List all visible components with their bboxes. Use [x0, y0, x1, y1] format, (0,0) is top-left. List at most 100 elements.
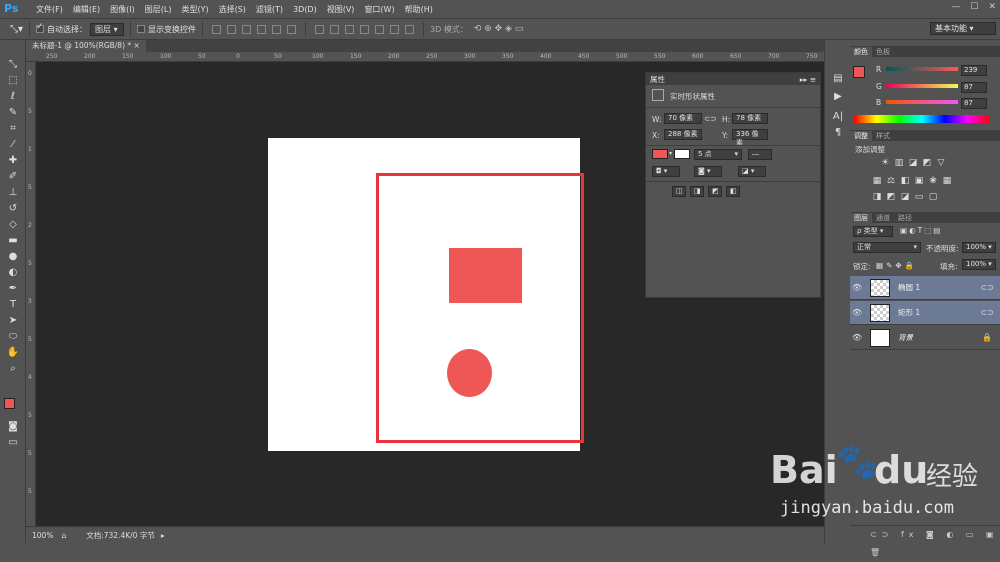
path-op-combine-icon[interactable]: ◫	[672, 186, 686, 197]
align-hcenter-icon[interactable]	[272, 24, 282, 34]
fill-color-swatch[interactable]	[652, 149, 668, 159]
path-select-icon[interactable]: ➤	[4, 314, 22, 328]
dodge-icon[interactable]: ◐	[4, 266, 22, 280]
move-icon[interactable]: ⤡	[4, 58, 22, 72]
layer-row[interactable]: 👁 椭圆 1 ⊂⊃	[850, 276, 1000, 300]
actions-panel-icon[interactable]: ▶	[829, 90, 847, 104]
visibility-eye-icon[interactable]: 👁	[850, 333, 864, 342]
channel-mixer-icon[interactable]: ❀	[928, 176, 938, 186]
auto-select-checkbox[interactable]	[36, 22, 45, 33]
layer-row[interactable]: 👁 背景 🔒	[850, 326, 1000, 350]
b-slider[interactable]	[886, 100, 958, 104]
fill-field[interactable]: 100% ▾	[962, 259, 996, 270]
quick-mask-icon[interactable]: ◙	[4, 420, 22, 434]
distribute-left-icon[interactable]	[360, 24, 370, 34]
layer-filter-icons[interactable]: ▣◐T⬚▤	[900, 226, 942, 235]
layer-row[interactable]: 👁 矩形 1 ⊂⊃	[850, 301, 1000, 325]
gradient-map-icon[interactable]: ▭	[914, 192, 924, 202]
menu-window[interactable]: 窗口(W)	[364, 4, 394, 15]
hue-sat-icon[interactable]: ▦	[872, 176, 882, 186]
minimize-button[interactable]: —	[951, 2, 960, 12]
align-left-icon[interactable]	[257, 24, 267, 34]
path-op-intersect-icon[interactable]: ◩	[708, 186, 722, 197]
link-layer-icon[interactable]: ⊂⊃	[981, 283, 994, 292]
type-icon[interactable]: T	[4, 298, 22, 312]
menu-file[interactable]: 文件(F)	[36, 4, 63, 15]
rotate-3d-icon[interactable]: ⟲ ⊕ ✥ ◈ ▭	[474, 24, 524, 34]
height-field[interactable]: 78 像素	[732, 113, 768, 124]
levels-icon[interactable]: ▥	[894, 158, 904, 168]
distribute-right-icon[interactable]	[390, 24, 400, 34]
g-slider[interactable]	[886, 84, 958, 88]
vibrance-icon[interactable]: ▽	[936, 158, 946, 168]
color-balance-icon[interactable]: ⚖	[886, 176, 896, 186]
zoom-level[interactable]: 100%	[32, 531, 53, 540]
g-value[interactable]: 87	[961, 82, 987, 93]
auto-select-dropdown[interactable]: 图层 ▾	[90, 22, 125, 36]
layer-filter-dropdown[interactable]: ρ 类型 ▾	[853, 226, 893, 237]
stroke-style-dropdown[interactable]: ―	[748, 149, 772, 160]
close-button[interactable]: ✕	[988, 2, 996, 12]
path-op-subtract-icon[interactable]: ◨	[690, 186, 704, 197]
stroke-size-field[interactable]: 5 点 ▾	[694, 149, 742, 160]
tab-layers[interactable]: 图层	[850, 213, 872, 223]
eyedropper-icon[interactable]: ⁄	[4, 138, 22, 152]
history-panel-icon[interactable]: ▤	[829, 72, 847, 86]
r-slider[interactable]	[886, 67, 958, 71]
history-brush-icon[interactable]: ↺	[4, 202, 22, 216]
exposure-icon[interactable]: ◩	[922, 158, 932, 168]
tab-styles[interactable]: 样式	[872, 131, 894, 141]
lock-icons[interactable]: ▦✎✥🔒	[876, 261, 917, 270]
status-share-icon[interactable]: ⌂	[61, 531, 66, 540]
eraser-icon[interactable]: ◇	[4, 218, 22, 232]
stroke-align-dropdown[interactable]: ◘ ▾	[652, 166, 680, 177]
lasso-icon[interactable]: ℓ	[4, 90, 22, 104]
screen-mode-icon[interactable]: ▭	[4, 436, 22, 450]
color-lookup-icon[interactable]: ▦	[942, 176, 952, 186]
curves-icon[interactable]: ◪	[908, 158, 918, 168]
align-bottom-icon[interactable]	[242, 24, 252, 34]
blend-mode-dropdown[interactable]: 正常 ▾	[853, 242, 921, 253]
color-spectrum[interactable]	[854, 115, 990, 123]
foreground-color-swatch[interactable]	[4, 398, 15, 409]
crop-icon[interactable]: ⌗	[4, 122, 22, 136]
close-tab-icon[interactable]: ×	[134, 41, 140, 50]
menu-type[interactable]: 类型(Y)	[181, 4, 208, 15]
threshold-icon[interactable]: ◪	[900, 192, 910, 202]
show-transform-checkbox[interactable]	[137, 25, 146, 33]
gradient-icon[interactable]: ▬	[4, 234, 22, 248]
auto-align-icon[interactable]	[405, 24, 415, 34]
menu-edit[interactable]: 编辑(E)	[73, 4, 100, 15]
align-right-icon[interactable]	[287, 24, 297, 34]
menu-help[interactable]: 帮助(H)	[405, 4, 433, 15]
workspace-dropdown[interactable]: 基本功能 ▾	[930, 22, 996, 35]
link-layer-icon[interactable]: ⊂⊃	[981, 308, 994, 317]
photo-filter-icon[interactable]: ▣	[914, 176, 924, 186]
paragraph-panel-icon[interactable]: ¶	[829, 126, 847, 140]
distribute-hcenter-icon[interactable]	[375, 24, 385, 34]
invert-icon[interactable]: ◨	[872, 192, 882, 202]
r-value[interactable]: 239	[961, 65, 987, 76]
distribute-bottom-icon[interactable]	[345, 24, 355, 34]
posterize-icon[interactable]: ◩	[886, 192, 896, 202]
tab-channels[interactable]: 通道	[872, 213, 894, 223]
y-field[interactable]: 336 像素	[732, 129, 768, 147]
width-field[interactable]: 70 像素	[664, 113, 702, 124]
tab-swatches[interactable]: 色板	[872, 47, 894, 57]
tab-paths[interactable]: 路径	[894, 213, 916, 223]
hand-icon[interactable]: ✋	[4, 346, 22, 360]
fg-color-swatch[interactable]	[853, 66, 865, 78]
tab-color[interactable]: 颜色	[850, 47, 872, 57]
tab-adjustments[interactable]: 调整	[850, 131, 872, 141]
stroke-corner-dropdown[interactable]: ◪ ▾	[738, 166, 766, 177]
menu-layer[interactable]: 图层(L)	[145, 4, 172, 15]
opacity-field[interactable]: 100% ▾	[962, 242, 996, 253]
x-field[interactable]: 288 像素	[664, 129, 702, 140]
selective-color-icon[interactable]: ▢	[928, 192, 938, 202]
brightness-icon[interactable]: ☀	[880, 158, 890, 168]
quick-select-icon[interactable]: ✎	[4, 106, 22, 120]
ellipse-tool-icon[interactable]: ⬭	[4, 330, 22, 344]
b-value[interactable]: 87	[961, 98, 987, 109]
align-top-icon[interactable]	[212, 24, 222, 34]
visibility-eye-icon[interactable]: 👁	[850, 308, 864, 317]
